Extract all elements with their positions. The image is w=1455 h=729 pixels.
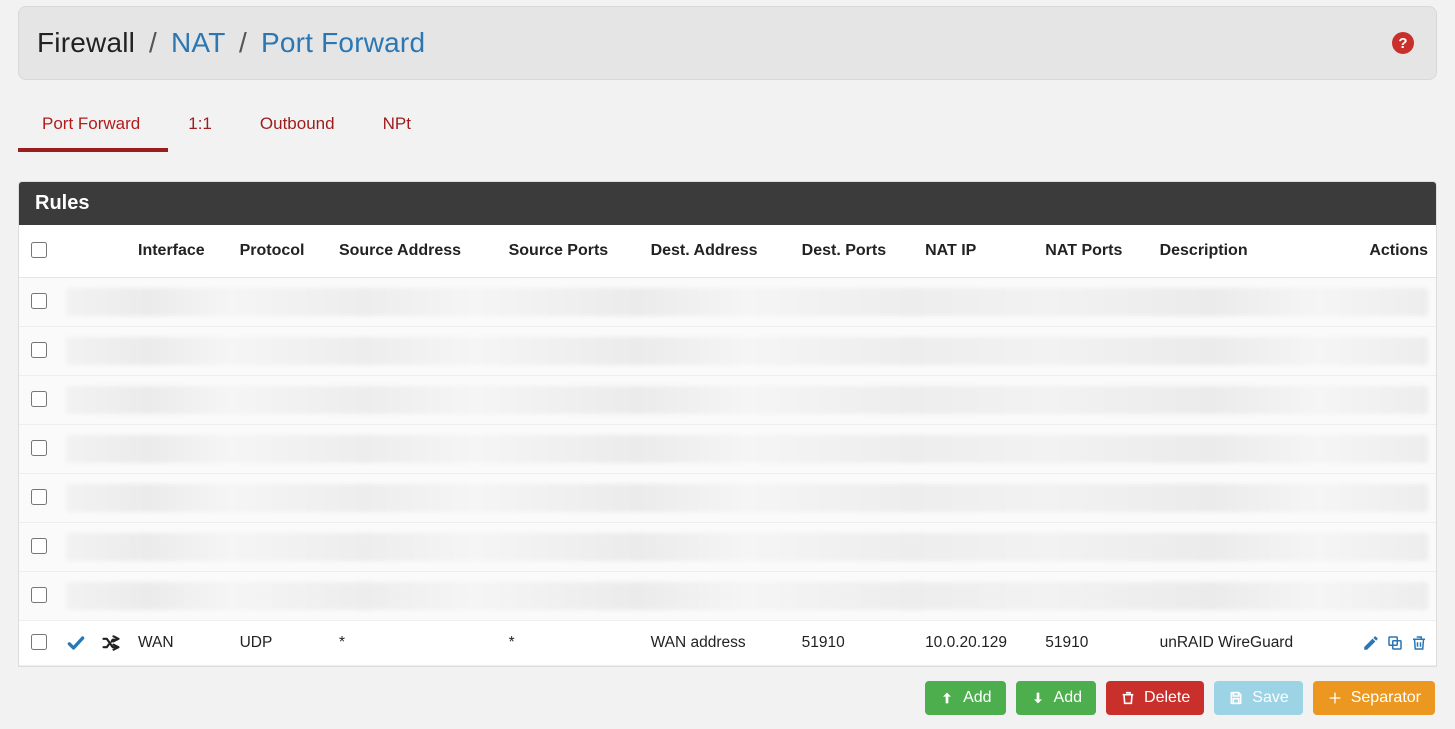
cell-protocol: UDP [232, 621, 331, 666]
save-label: Save [1252, 689, 1288, 707]
breadcrumb-sep-icon: / [143, 27, 163, 58]
table-row-redacted[interactable] [19, 425, 1436, 474]
row-select-checkbox[interactable] [31, 293, 47, 309]
table-row-redacted[interactable] [19, 327, 1436, 376]
cell-nat-ports: 51910 [1037, 621, 1151, 666]
separator-button[interactable]: Separator [1313, 681, 1435, 715]
col-protocol: Protocol [232, 225, 331, 278]
arrow-down-icon [1030, 690, 1046, 706]
linked-rule-icon[interactable] [100, 633, 122, 653]
rules-title: Rules [19, 182, 1436, 225]
select-all-checkbox[interactable] [31, 242, 47, 258]
table-row-redacted[interactable] [19, 474, 1436, 523]
trash-icon [1120, 690, 1136, 706]
tab-port-forward[interactable]: Port Forward [40, 104, 142, 152]
cell-nat-ip: 10.0.20.129 [917, 621, 1037, 666]
redacted-content [58, 327, 1436, 376]
table-body: WAN UDP * * WAN address 51910 10.0.20.12… [19, 278, 1436, 666]
breadcrumb-nat-link[interactable]: NAT [171, 27, 225, 58]
save-icon [1228, 690, 1244, 706]
row-select-checkbox[interactable] [31, 587, 47, 603]
row-select-checkbox[interactable] [31, 634, 47, 650]
plus-icon [1327, 690, 1343, 706]
breadcrumb-leaf-link[interactable]: Port Forward [261, 27, 425, 58]
add-bottom-button[interactable]: Add [1016, 681, 1096, 715]
row-select-checkbox[interactable] [31, 342, 47, 358]
page-header: Firewall / NAT / Port Forward ? [18, 6, 1437, 80]
redacted-content [58, 572, 1436, 621]
col-nat-ip: NAT IP [917, 225, 1037, 278]
row-select-checkbox[interactable] [31, 440, 47, 456]
col-interface: Interface [130, 225, 232, 278]
delete-button[interactable]: Delete [1106, 681, 1204, 715]
col-nat-ports: NAT Ports [1037, 225, 1151, 278]
tab-npt[interactable]: NPt [381, 104, 413, 152]
copy-icon[interactable] [1386, 634, 1404, 652]
tab-outbound[interactable]: Outbound [258, 104, 337, 152]
redacted-content [58, 376, 1436, 425]
table-row[interactable]: WAN UDP * * WAN address 51910 10.0.20.12… [19, 621, 1436, 666]
cell-src-addr: * [331, 621, 501, 666]
col-src-addr: Source Address [331, 225, 501, 278]
row-select-checkbox[interactable] [31, 489, 47, 505]
help-icon[interactable]: ? [1392, 32, 1414, 54]
col-status [58, 225, 130, 278]
redacted-content [58, 278, 1436, 327]
table-head: Interface Protocol Source Address Source… [19, 225, 1436, 278]
edit-icon[interactable] [1362, 634, 1380, 652]
table-row-redacted[interactable] [19, 376, 1436, 425]
col-src-ports: Source Ports [501, 225, 643, 278]
table-row-redacted[interactable] [19, 278, 1436, 327]
separator-label: Separator [1351, 689, 1421, 707]
tabs: Port Forward 1:1 Outbound NPt [18, 80, 1437, 153]
cell-src-ports: * [501, 621, 643, 666]
rules-panel: Rules Interface Protocol Source Address … [18, 181, 1437, 667]
row-actions [1343, 634, 1428, 652]
cell-dest-addr: WAN address [643, 621, 794, 666]
check-icon[interactable] [66, 633, 86, 653]
trash-icon[interactable] [1410, 634, 1428, 652]
redacted-content [58, 523, 1436, 572]
row-select-checkbox[interactable] [31, 538, 47, 554]
add-bottom-label: Add [1054, 689, 1082, 707]
table-row-redacted[interactable] [19, 572, 1436, 621]
table-row-redacted[interactable] [19, 523, 1436, 572]
rules-table: Interface Protocol Source Address Source… [19, 225, 1436, 666]
col-description: Description [1152, 225, 1336, 278]
col-dest-addr: Dest. Address [643, 225, 794, 278]
save-button[interactable]: Save [1214, 681, 1302, 715]
cell-description: unRAID WireGuard [1152, 621, 1336, 666]
breadcrumb: Firewall / NAT / Port Forward [37, 27, 425, 59]
cell-interface: WAN [130, 621, 232, 666]
add-top-button[interactable]: Add [925, 681, 1005, 715]
col-actions: Actions [1335, 225, 1436, 278]
redacted-content [58, 425, 1436, 474]
redacted-content [58, 474, 1436, 523]
breadcrumb-sep-icon: / [233, 27, 253, 58]
footer-actions: Add Add Delete Save Separator [18, 667, 1437, 729]
col-dest-ports: Dest. Ports [794, 225, 917, 278]
arrow-up-icon [939, 690, 955, 706]
breadcrumb-root: Firewall [37, 27, 135, 58]
tab-one-to-one[interactable]: 1:1 [186, 104, 214, 152]
delete-label: Delete [1144, 689, 1190, 707]
row-select-checkbox[interactable] [31, 391, 47, 407]
add-top-label: Add [963, 689, 991, 707]
cell-dest-ports: 51910 [794, 621, 917, 666]
